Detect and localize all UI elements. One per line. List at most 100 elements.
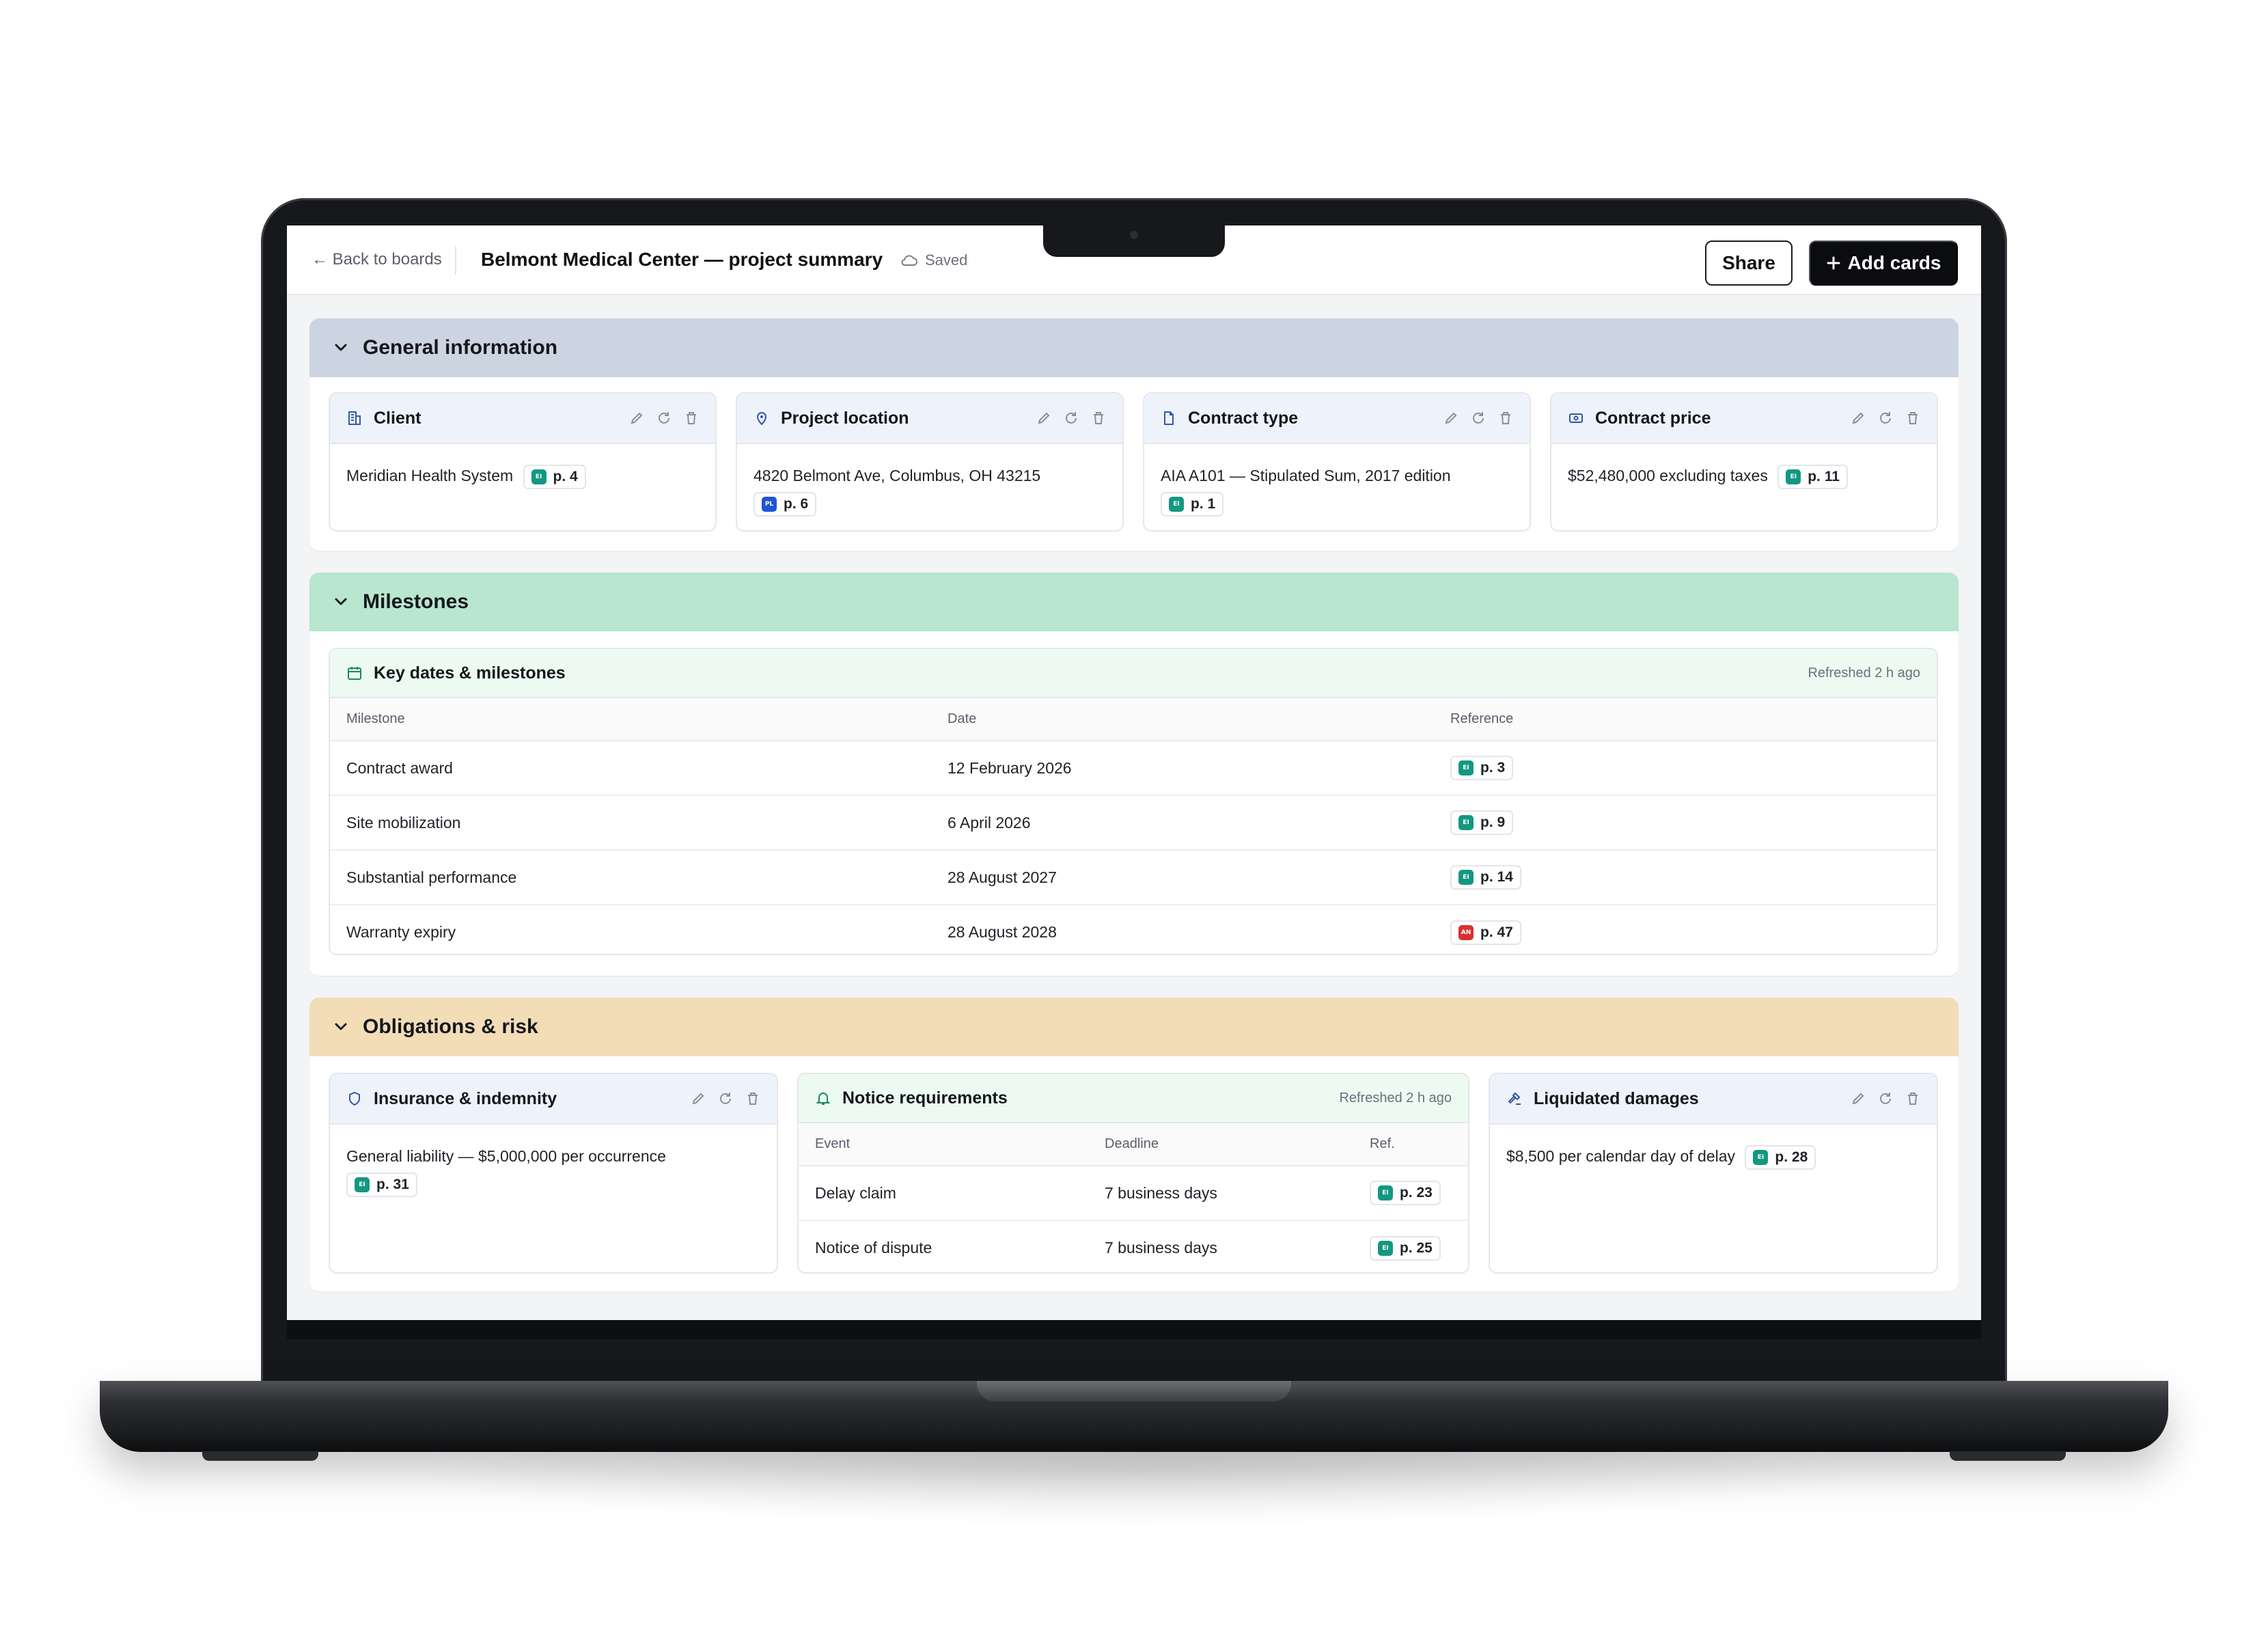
card-project-location[interactable]: Project location 4820 Belmont Ave, Colum… <box>736 392 1124 532</box>
refresh-icon[interactable] <box>1878 411 1893 426</box>
event-cell: Delay claim <box>799 1166 1088 1221</box>
page-ref: p. 6 <box>784 495 809 512</box>
card-body: $8,500 per calendar day of delay EI p. 28 <box>1490 1125 1937 1188</box>
source-reference-chip[interactable]: EI p. 4 <box>523 464 586 489</box>
section-header[interactable]: Milestones <box>309 573 1959 631</box>
date-cell: 28 August 2028 <box>948 923 1057 941</box>
trash-icon[interactable] <box>684 411 699 426</box>
column-header: Reference <box>1434 698 1937 741</box>
card-tools <box>1036 411 1106 426</box>
source-reference-chip[interactable]: PL p. 6 <box>753 491 817 517</box>
column-header: Date <box>931 698 1434 741</box>
edit-icon[interactable] <box>629 411 644 426</box>
page-ref: p. 4 <box>553 468 578 484</box>
card-title: Insurance & indemnity <box>374 1088 557 1108</box>
page-ref: p. 1 <box>1191 495 1216 512</box>
reference-cell: AN p. 47 <box>1434 905 1937 954</box>
add-cards-button[interactable]: Add cards <box>1809 241 1958 286</box>
source-tag: EI <box>355 1177 370 1192</box>
card-value: 4820 Belmont Ave, Columbus, OH 43215 <box>753 467 1041 484</box>
source-reference-chip[interactable]: EI p. 1 <box>1161 491 1224 517</box>
milestone-cell: Warranty expiry <box>346 923 456 941</box>
section-obligations-risk: Obligations & risk Insurance & indemnity… <box>309 998 1959 1291</box>
source-tag: EI <box>1169 496 1184 512</box>
card-liquidated-damages[interactable]: Liquidated damages $8,500 per calendar d… <box>1489 1073 1938 1274</box>
refreshed-timestamp: Refreshed 2 h ago <box>1339 1090 1452 1106</box>
edit-icon[interactable] <box>691 1091 706 1106</box>
map-pin-icon <box>753 410 770 426</box>
edit-icon[interactable] <box>1851 411 1866 426</box>
source-reference-chip[interactable]: EI p. 3 <box>1450 756 1514 780</box>
page-ref: p. 11 <box>1808 468 1840 484</box>
card-tools <box>1443 411 1513 426</box>
edit-icon[interactable] <box>1036 411 1051 426</box>
page-ref: p. 25 <box>1400 1239 1433 1256</box>
edit-icon[interactable] <box>1443 411 1458 426</box>
source-tag: EI <box>1753 1149 1769 1165</box>
card-contract-price[interactable]: Contract price $52,480,000 excluding tax… <box>1550 392 1938 532</box>
refresh-icon[interactable] <box>718 1091 733 1106</box>
source-reference-chip[interactable]: EI p. 9 <box>1450 810 1514 835</box>
reference-cell: EI p. 23 <box>1353 1166 1468 1221</box>
refresh-icon[interactable] <box>1878 1091 1893 1106</box>
card-body: 4820 Belmont Ave, Columbus, OH 43215 PL p… <box>737 444 1122 530</box>
chevron-down-icon[interactable] <box>333 1019 349 1035</box>
card-title: Project location <box>781 408 909 428</box>
source-tag: EI <box>1378 1240 1393 1256</box>
source-reference-chip[interactable]: EI p. 14 <box>1450 865 1521 890</box>
section-header[interactable]: Obligations & risk <box>309 998 1959 1056</box>
refresh-icon[interactable] <box>1064 411 1079 426</box>
laptop-foot <box>202 1451 318 1461</box>
source-reference-chip[interactable]: EI p. 11 <box>1778 464 1848 489</box>
source-tag: EI <box>1458 760 1474 776</box>
source-reference-chip[interactable]: EI p. 23 <box>1370 1181 1441 1205</box>
chevron-down-icon[interactable] <box>333 594 349 610</box>
trash-icon[interactable] <box>1498 411 1513 426</box>
card-header: Contract type <box>1144 394 1530 444</box>
reference-cell: EI p. 3 <box>1434 741 1937 796</box>
trash-icon[interactable] <box>1905 1091 1920 1106</box>
section-title: General information <box>363 336 558 359</box>
section-header[interactable]: General information <box>309 318 1959 377</box>
reference-cell: EI p. 9 <box>1434 795 1937 851</box>
source-reference-chip[interactable]: AN p. 47 <box>1450 920 1521 945</box>
column-header: Deadline <box>1088 1123 1353 1166</box>
building-icon <box>346 410 363 426</box>
notice-table: Event Deadline Ref. Delay claim 7 busine… <box>799 1123 1468 1272</box>
card-contract-type[interactable]: Contract type AIA A101 — Stipulated Sum,… <box>1143 392 1531 532</box>
source-reference-chip[interactable]: EI p. 25 <box>1370 1235 1441 1261</box>
section-milestones: Milestones Key dates & milestones Refres… <box>309 573 1959 976</box>
card-tools <box>691 1091 760 1106</box>
card-title: Liquidated damages <box>1534 1088 1699 1108</box>
chevron-down-icon[interactable] <box>333 340 349 356</box>
card-tools <box>629 411 699 426</box>
banknote-icon <box>1568 410 1584 426</box>
share-button[interactable]: Share <box>1705 241 1793 286</box>
edit-icon[interactable] <box>1851 1091 1866 1106</box>
card-header: Project location <box>737 394 1122 444</box>
save-status: Saved <box>900 251 967 269</box>
trash-icon[interactable] <box>745 1091 760 1106</box>
card-key-dates[interactable]: Key dates & milestones Refreshed 2 h ago… <box>329 648 1938 955</box>
card-value: $8,500 per calendar day of delay <box>1506 1147 1736 1165</box>
refresh-icon[interactable] <box>1471 411 1486 426</box>
back-to-boards-link[interactable]: ← Back to boards <box>312 250 442 269</box>
add-cards-label: Add cards <box>1847 252 1941 273</box>
trash-icon[interactable] <box>1091 411 1106 426</box>
refresh-icon[interactable] <box>656 411 672 426</box>
column-header: Ref. <box>1353 1123 1468 1166</box>
document-icon <box>1161 410 1177 426</box>
card-insurance-indemnity[interactable]: Insurance & indemnity General liability … <box>329 1073 778 1274</box>
bell-icon <box>815 1090 831 1106</box>
page-title: Belmont Medical Center — project summary <box>481 249 883 270</box>
source-reference-chip[interactable]: EI p. 28 <box>1745 1144 1816 1170</box>
source-reference-chip[interactable]: EI p. 31 <box>346 1172 417 1197</box>
card-header: Key dates & milestones Refreshed 2 h ago <box>330 649 1937 698</box>
card-client[interactable]: Client Meridian Health System EI p. 4 <box>329 392 717 532</box>
card-body: AIA A101 — Stipulated Sum, 2017 edition … <box>1144 444 1530 530</box>
card-notice-requirements[interactable]: Notice requirements Refreshed 2 h ago Ev… <box>797 1073 1469 1274</box>
trash-icon[interactable] <box>1905 411 1920 426</box>
table-row: Notice of dispute 7 business days EI p. 2… <box>799 1220 1468 1272</box>
camera-notch <box>1043 225 1225 257</box>
card-value: AIA A101 — Stipulated Sum, 2017 edition <box>1161 467 1451 484</box>
